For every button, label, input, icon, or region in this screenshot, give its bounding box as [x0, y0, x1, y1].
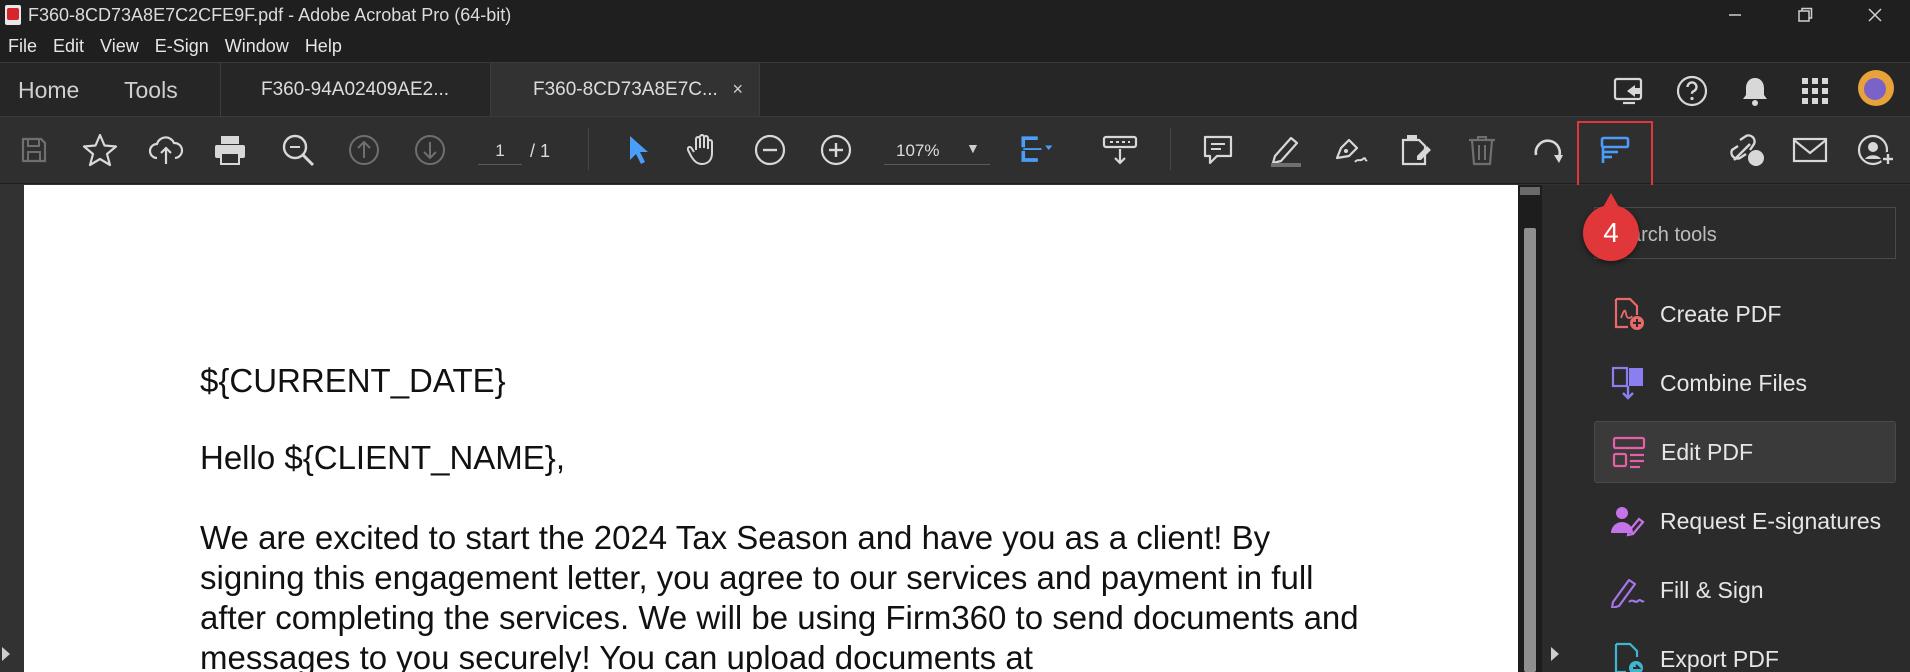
expand-left-panel-icon[interactable] — [2, 647, 10, 661]
draw-pen-icon[interactable] — [1330, 130, 1370, 170]
share-link-icon[interactable] — [1726, 130, 1766, 170]
select-cursor-icon[interactable] — [618, 130, 658, 170]
tool-fill-sign[interactable]: Fill & Sign — [1594, 559, 1896, 621]
tool-label: Fill & Sign — [1660, 576, 1764, 603]
chevron-down-icon[interactable]: ▼ — [966, 140, 980, 156]
acrobat-app-icon — [5, 5, 21, 25]
cloud-upload-icon[interactable] — [146, 130, 186, 170]
next-page-icon[interactable] — [410, 130, 450, 170]
collapse-right-pane-icon[interactable] — [1551, 647, 1559, 661]
bookmark-star-icon[interactable] — [80, 130, 120, 170]
minimize-button[interactable] — [1700, 0, 1770, 30]
tool-request-esignatures[interactable]: Request E-signatures — [1594, 490, 1896, 552]
toolbar-divider — [1170, 128, 1171, 170]
page-total: / 1 — [530, 141, 551, 161]
apps-grid-icon[interactable] — [1797, 73, 1833, 109]
menu-edit[interactable]: Edit — [45, 36, 92, 57]
tool-edit-pdf[interactable]: Edit PDF — [1594, 421, 1896, 483]
delete-trash-icon[interactable] — [1462, 130, 1502, 170]
menu-file[interactable]: File — [0, 36, 45, 57]
tool-label: Combine Files — [1660, 369, 1807, 396]
zoom-search-icon[interactable] — [278, 130, 318, 170]
document-paragraph: We are excited to start the 2024 Tax Sea… — [200, 519, 1359, 672]
save-icon[interactable] — [14, 130, 54, 170]
notifications-bell-icon[interactable] — [1737, 73, 1773, 109]
export-pdf-icon — [1608, 639, 1648, 672]
menu-esign[interactable]: E-Sign — [147, 36, 217, 57]
help-icon[interactable] — [1674, 73, 1710, 109]
restore-button[interactable] — [1770, 0, 1840, 30]
rotate-icon[interactable] — [1528, 130, 1568, 170]
tools-tab[interactable]: Tools — [124, 77, 178, 104]
search-tools-placeholder: arch tools — [1630, 224, 1717, 246]
scroll-mode-icon[interactable] — [1100, 130, 1140, 170]
request-esign-icon — [1608, 501, 1648, 541]
add-user-icon[interactable] — [1856, 130, 1896, 170]
step-number-badge: 4 — [1583, 193, 1639, 261]
zoom-in-icon[interactable] — [816, 130, 856, 170]
menu-view[interactable]: View — [92, 36, 147, 57]
print-icon[interactable] — [210, 130, 250, 170]
tool-combine-files[interactable]: Combine Files — [1594, 352, 1896, 414]
document-tab-label: F360-94A02409AE2... — [261, 79, 450, 100]
comment-icon[interactable] — [1198, 130, 1238, 170]
scrollbar-thumb[interactable] — [1524, 228, 1536, 672]
left-gutter — [0, 185, 24, 672]
title-bar: F360-8CD73A8E7C2CFE9F.pdf - Adobe Acroba… — [0, 0, 1910, 30]
window-title: F360-8CD73A8E7C2CFE9F.pdf - Adobe Acroba… — [28, 4, 512, 25]
menu-bar: File Edit View E-Sign Window Help — [0, 30, 1910, 62]
document-tab-active[interactable]: F360-8CD73A8E7C... × — [490, 63, 760, 117]
menu-window[interactable]: Window — [217, 36, 297, 57]
home-tab[interactable]: Home — [18, 77, 79, 104]
previous-page-icon[interactable] — [344, 130, 384, 170]
create-pdf-icon — [1608, 294, 1648, 334]
pdf-page: ${CURRENT_DATE} Hello ${CLIENT_NAME}, We… — [24, 185, 1518, 672]
menu-help[interactable]: Help — [297, 36, 350, 57]
hand-tool-icon[interactable] — [684, 130, 724, 170]
toolbar-divider — [588, 128, 589, 170]
share-screen-icon[interactable] — [1612, 73, 1648, 109]
close-button[interactable] — [1840, 0, 1910, 30]
tab-close-icon[interactable]: × — [732, 79, 743, 100]
email-icon[interactable] — [1790, 130, 1830, 170]
highlight-annotation-box — [1577, 121, 1653, 188]
pane-divider — [1542, 185, 1570, 672]
window-controls — [1700, 0, 1910, 30]
document-tab-label: F360-8CD73A8E7C... — [533, 79, 718, 100]
zoom-out-icon[interactable] — [750, 130, 790, 170]
combine-files-icon — [1608, 363, 1648, 403]
scrollbar-top-handle[interactable] — [1520, 187, 1540, 195]
tool-create-pdf[interactable]: Create PDF — [1594, 283, 1896, 345]
tool-label: Export PDF — [1660, 645, 1779, 672]
tool-label: Request E-signatures — [1660, 507, 1882, 534]
tool-export-pdf[interactable]: Export PDF — [1594, 628, 1896, 672]
stamp-edit-icon[interactable] — [1396, 130, 1436, 170]
tool-label: Edit PDF — [1661, 438, 1754, 465]
page-number-input[interactable]: 1 — [478, 137, 522, 165]
document-date-line: ${CURRENT_DATE} — [200, 362, 506, 399]
highlight-pen-icon[interactable] — [1266, 130, 1306, 170]
document-greeting: Hello ${CLIENT_NAME}, — [200, 439, 565, 476]
fill-sign-icon — [1608, 570, 1648, 610]
tool-label: Create PDF — [1660, 300, 1782, 327]
document-tab[interactable]: F360-94A02409AE2... — [220, 63, 490, 117]
user-avatar[interactable] — [1858, 70, 1894, 106]
page-fit-icon[interactable] — [1016, 130, 1056, 170]
tab-bar: Home Tools F360-94A02409AE2... F360-8CD7… — [0, 62, 1910, 117]
edit-pdf-icon — [1609, 432, 1649, 472]
